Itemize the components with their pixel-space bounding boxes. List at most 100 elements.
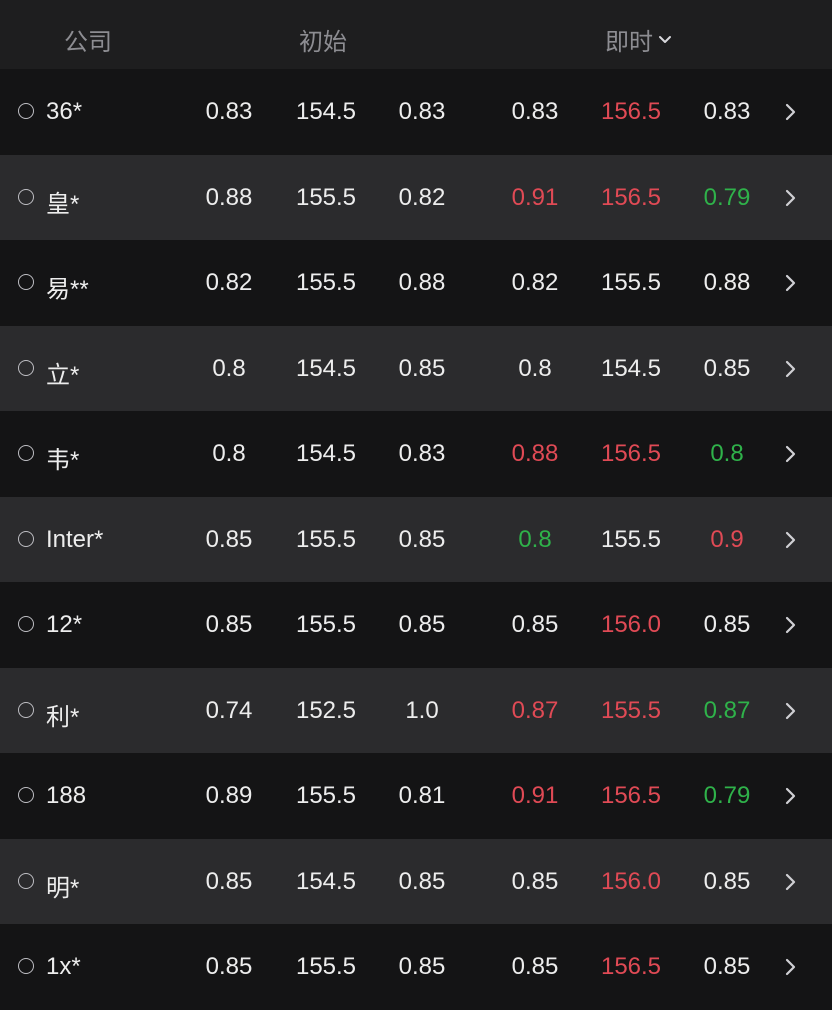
live-handicap: 155.5 — [600, 696, 662, 724]
live-away-odds: 0.87 — [703, 696, 751, 724]
initial-home-odds: 0.88 — [205, 183, 253, 211]
initial-handicap: 155.5 — [295, 953, 357, 980]
table-row[interactable]: 188 0.89 155.5 0.81 0.91 156.5 0.79 — [0, 753, 832, 839]
initial-away-odds: 0.85 — [398, 354, 446, 382]
initial-away-odds: 1.0 — [405, 696, 439, 724]
live-home-odds: 0.91 — [511, 183, 559, 211]
live-handicap: 156.5 — [600, 98, 662, 125]
chevron-right-icon[interactable] — [784, 273, 798, 293]
table-row[interactable]: Inter* 0.85 155.5 0.85 0.8 155.5 0.9 — [0, 496, 832, 582]
company-name: 188 — [46, 782, 87, 809]
radio-circle-icon[interactable] — [18, 701, 34, 718]
live-home-odds: 0.85 — [511, 953, 559, 980]
company-name: Inter* — [46, 525, 104, 553]
initial-handicap: 154.5 — [295, 440, 357, 467]
table-row[interactable]: 立* 0.8 154.5 0.85 0.8 154.5 0.85 — [0, 325, 832, 411]
radio-circle-icon[interactable] — [18, 103, 34, 119]
header-live-dropdown[interactable]: 即时 — [605, 22, 673, 57]
live-home-odds: 0.88 — [511, 440, 559, 467]
chevron-right-icon[interactable] — [784, 957, 798, 977]
radio-circle-icon[interactable] — [18, 274, 34, 290]
live-away-odds: 0.85 — [703, 354, 751, 382]
chevron-right-icon[interactable] — [784, 786, 798, 806]
live-away-odds: 0.88 — [703, 269, 751, 296]
chevron-right-icon[interactable] — [784, 701, 798, 721]
chevron-right-icon[interactable] — [784, 444, 798, 464]
initial-handicap: 154.5 — [295, 354, 357, 382]
table-row[interactable]: 1x* 0.85 155.5 0.85 0.85 156.5 0.85 — [0, 924, 832, 1010]
header-live-label: 即时 — [605, 29, 653, 56]
table-row[interactable]: 36* 0.83 154.5 0.83 0.83 156.5 0.83 — [0, 69, 832, 155]
radio-circle-icon[interactable] — [18, 445, 34, 461]
live-away-odds: 0.79 — [703, 782, 751, 809]
live-away-odds: 0.79 — [703, 183, 751, 211]
live-away-odds: 0.85 — [703, 953, 751, 980]
radio-circle-icon[interactable] — [18, 530, 34, 547]
initial-home-odds: 0.8 — [212, 354, 246, 382]
initial-handicap: 155.5 — [295, 269, 357, 296]
table-row[interactable]: 12* 0.85 155.5 0.85 0.85 156.0 0.85 — [0, 582, 832, 668]
chevron-right-icon[interactable] — [784, 359, 798, 379]
initial-home-odds: 0.74 — [205, 696, 253, 724]
initial-away-odds: 0.85 — [398, 611, 446, 638]
chevron-right-icon[interactable] — [784, 530, 798, 550]
table-row[interactable]: 皇* 0.88 155.5 0.82 0.91 156.5 0.79 — [0, 154, 832, 240]
company-name: 12* — [46, 611, 83, 638]
live-handicap: 155.5 — [600, 269, 662, 296]
company-name: 明* — [46, 874, 80, 902]
initial-home-odds: 0.83 — [205, 98, 253, 125]
company-name: 皇* — [46, 190, 80, 218]
live-home-odds: 0.87 — [511, 696, 559, 724]
chevron-right-icon[interactable] — [784, 872, 798, 892]
initial-home-odds: 0.85 — [205, 867, 253, 895]
table-row[interactable]: 利* 0.74 152.5 1.0 0.87 155.5 0.87 — [0, 667, 832, 753]
radio-circle-icon[interactable] — [18, 787, 34, 803]
initial-handicap: 155.5 — [295, 611, 357, 638]
initial-handicap: 154.5 — [295, 867, 357, 895]
initial-home-odds: 0.89 — [205, 782, 253, 809]
company-name: 立* — [46, 361, 80, 389]
radio-circle-icon[interactable] — [18, 616, 34, 632]
live-handicap: 156.5 — [600, 440, 662, 467]
company-name: 易** — [46, 276, 89, 303]
header-initial: 初始 — [299, 29, 347, 56]
initial-home-odds: 0.85 — [205, 953, 253, 980]
live-home-odds: 0.8 — [518, 354, 552, 382]
initial-away-odds: 0.85 — [398, 867, 446, 895]
radio-circle-icon[interactable] — [18, 359, 34, 376]
live-home-odds: 0.83 — [511, 98, 559, 125]
radio-circle-icon[interactable] — [18, 872, 34, 889]
initial-away-odds: 0.82 — [398, 183, 446, 211]
initial-home-odds: 0.85 — [205, 525, 253, 553]
live-away-odds: 0.9 — [710, 525, 744, 553]
initial-away-odds: 0.88 — [398, 269, 446, 296]
table-row[interactable]: 明* 0.85 154.5 0.85 0.85 156.0 0.85 — [0, 838, 832, 924]
chevron-right-icon[interactable] — [784, 615, 798, 635]
live-away-odds: 0.85 — [703, 611, 751, 638]
initial-away-odds: 0.85 — [398, 953, 446, 980]
table-row[interactable]: 韦* 0.8 154.5 0.83 0.88 156.5 0.8 — [0, 411, 832, 497]
initial-home-odds: 0.8 — [212, 440, 246, 467]
live-away-odds: 0.8 — [710, 440, 744, 467]
company-name: 1x* — [46, 953, 81, 980]
initial-handicap: 154.5 — [295, 98, 357, 125]
live-handicap: 156.0 — [600, 611, 662, 638]
table-row[interactable]: 易** 0.82 155.5 0.88 0.82 155.5 0.88 — [0, 240, 832, 326]
odds-list: 36* 0.83 154.5 0.83 0.83 156.5 0.83 皇* 0.88 155.5… — [0, 69, 832, 1010]
company-name: 利* — [46, 703, 80, 731]
live-home-odds: 0.82 — [511, 269, 559, 296]
chevron-right-icon[interactable] — [784, 102, 798, 122]
initial-home-odds: 0.85 — [205, 611, 253, 638]
live-handicap: 155.5 — [600, 525, 662, 553]
radio-circle-icon[interactable] — [18, 958, 34, 974]
live-home-odds: 0.85 — [511, 611, 559, 638]
live-handicap: 154.5 — [600, 354, 662, 382]
chevron-right-icon[interactable] — [784, 188, 798, 208]
live-away-odds: 0.85 — [703, 867, 751, 895]
live-away-odds: 0.83 — [703, 98, 751, 125]
initial-away-odds: 0.81 — [398, 782, 446, 809]
radio-circle-icon[interactable] — [18, 188, 34, 205]
chevron-down-icon — [659, 35, 671, 43]
live-handicap: 156.5 — [600, 183, 662, 211]
company-name: 36* — [46, 98, 83, 125]
